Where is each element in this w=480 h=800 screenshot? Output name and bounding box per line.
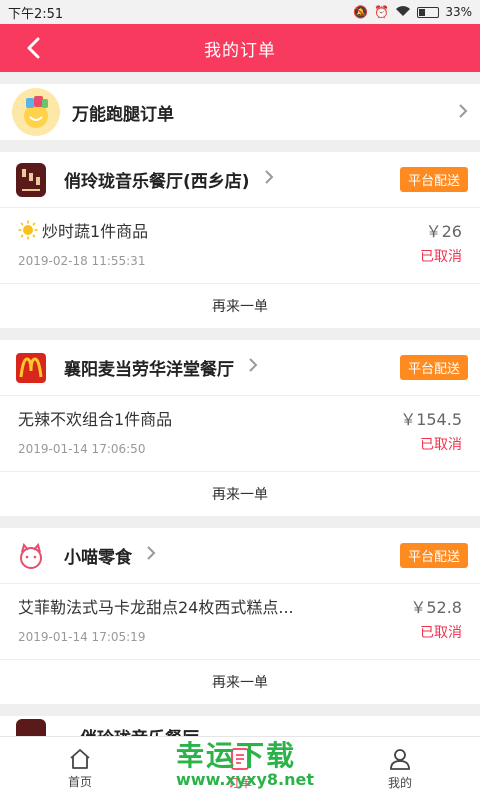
wifi-icon xyxy=(395,5,411,20)
order-item-summary: 无辣不欢组合1件商品 xyxy=(18,410,173,429)
tab-orders[interactable]: 订单 xyxy=(160,737,320,800)
errand-orders-label: 万能跑腿订单 xyxy=(72,104,174,125)
tab-mine[interactable]: 我的 xyxy=(320,737,480,800)
order-card: 襄阳麦当劳华洋堂餐厅 平台配送 无辣不欢组合1件商品 2019-01-14 17… xyxy=(0,340,480,516)
shop-name: 襄阳麦当劳华洋堂餐厅 xyxy=(64,360,234,380)
title-bar: 我的订单 xyxy=(0,24,480,72)
errand-orders-row[interactable]: 万能跑腿订单 xyxy=(0,84,480,140)
mute-icon: 🔕 xyxy=(353,5,369,19)
tab-home[interactable]: 首页 xyxy=(0,737,160,800)
home-icon xyxy=(70,748,90,769)
order-card-header[interactable]: 襄阳麦当劳华洋堂餐厅 平台配送 xyxy=(0,340,480,396)
order-time: 2019-01-14 17:06:50 xyxy=(18,442,146,456)
alarm-icon: ⏰ xyxy=(374,5,390,19)
battery-level: 33% xyxy=(445,5,472,19)
order-card-header[interactable]: 俏玲珑音乐餐厅(西乡店) 平台配送 xyxy=(0,152,480,208)
back-icon xyxy=(27,37,40,59)
order-card: 小喵零食 平台配送 艾菲勒法式马卡龙甜点24枚西式糕点... 2019-01-1… xyxy=(0,528,480,704)
shop-logo xyxy=(14,719,48,736)
reorder-button[interactable]: 再来一单 xyxy=(0,472,480,516)
delivery-badge: 平台配送 xyxy=(399,355,468,380)
reorder-button[interactable]: 再来一单 xyxy=(0,284,480,328)
reorder-button[interactable]: 再来一单 xyxy=(0,660,480,704)
chevron-right-icon xyxy=(458,100,468,124)
battery-icon xyxy=(417,6,440,18)
bottom-tab-bar: 首页 订单 我的 xyxy=(0,736,480,800)
chevron-right-icon[interactable] xyxy=(146,545,156,566)
shop-logo xyxy=(14,162,48,197)
chevron-right-icon[interactable] xyxy=(248,357,258,378)
order-time: 2019-01-14 17:05:19 xyxy=(18,630,146,644)
delivery-badge: 平台配送 xyxy=(399,543,468,568)
order-price: ￥52.8 xyxy=(410,598,462,617)
tab-orders-label: 订单 xyxy=(227,775,252,790)
order-time: 2019-02-18 11:55:31 xyxy=(18,254,146,268)
shop-name: 俏玲珑音乐餐厅(西乡店) xyxy=(64,172,250,192)
order-card-body[interactable]: 炒时蔬1件商品 2019-02-18 11:55:31 ￥26 已取消 xyxy=(0,208,480,284)
shop-logo xyxy=(14,351,48,385)
order-price: ￥154.5 xyxy=(400,410,462,429)
order-status: 已取消 xyxy=(420,625,462,641)
order-card-body[interactable]: 无辣不欢组合1件商品 2019-01-14 17:06:50 ￥154.5 已取… xyxy=(0,396,480,472)
status-icons: 🔕 ⏰ 33% xyxy=(353,5,472,20)
order-status: 已取消 xyxy=(420,249,462,265)
order-status: 已取消 xyxy=(420,437,462,453)
order-item-summary: 艾菲勒法式马卡龙甜点24枚西式糕点... xyxy=(18,598,294,617)
shop-name: 小喵零食 xyxy=(64,548,132,568)
tab-home-label: 首页 xyxy=(67,774,92,789)
order-card: 俏玲珑音乐餐厅(西乡店) 平台配送 炒时蔬1件商品 2019-02-18 11:… xyxy=(0,152,480,328)
order-card-header[interactable]: 小喵零食 平台配送 xyxy=(0,528,480,584)
user-icon xyxy=(390,748,410,770)
order-card-body[interactable]: 艾菲勒法式马卡龙甜点24枚西式糕点... 2019-01-14 17:05:19… xyxy=(0,584,480,660)
status-bar: 下午2:51 🔕 ⏰ 33% xyxy=(0,0,480,24)
order-item-summary: 炒时蔬1件商品 xyxy=(42,222,149,241)
sun-icon xyxy=(18,220,38,240)
orders-icon xyxy=(231,747,249,770)
order-list[interactable]: 万能跑腿订单 俏玲珑音乐餐厅(西乡店) 平台配送 炒时蔬1件商品 2019-02… xyxy=(0,72,480,736)
errand-logo xyxy=(12,88,60,136)
delivery-badge: 平台配送 xyxy=(399,167,468,192)
shop-name: 俏玲珑音乐餐厅 xyxy=(80,724,199,737)
status-time: 下午2:51 xyxy=(8,6,64,22)
order-card-partial[interactable]: 俏玲珑音乐餐厅 xyxy=(0,716,480,736)
back-button[interactable] xyxy=(18,34,48,62)
tab-mine-label: 我的 xyxy=(387,775,412,790)
order-price: ￥26 xyxy=(425,222,462,241)
page-title: 我的订单 xyxy=(204,40,276,61)
chevron-right-icon[interactable] xyxy=(264,169,274,190)
shop-logo xyxy=(14,539,48,573)
